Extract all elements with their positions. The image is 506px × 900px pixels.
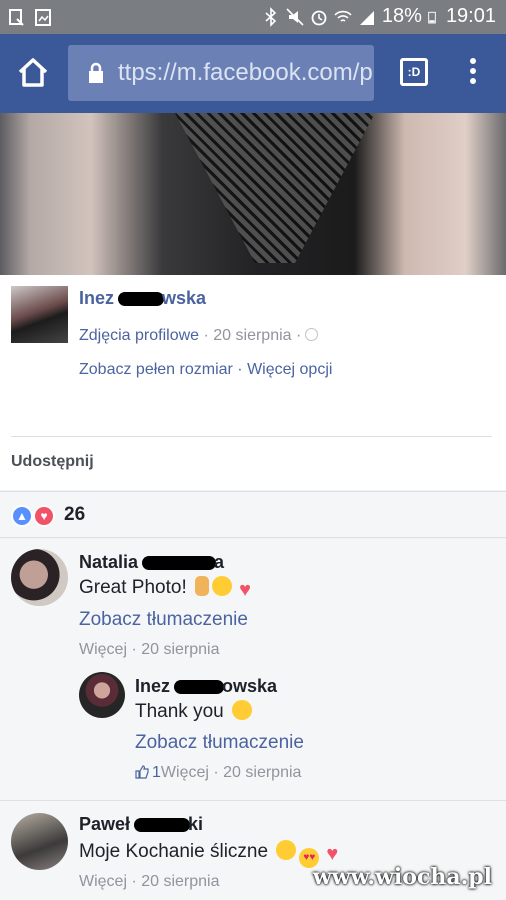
heart-emoji: ♥: [239, 579, 251, 601]
signal-icon: [359, 10, 374, 25]
mute-icon: [286, 7, 304, 26]
author-name-link[interactable]: Inez wska: [79, 288, 206, 309]
comment-meta: Więcej · 20 sierpnia: [79, 873, 220, 890]
browser-toolbar: ttps://m.facebook.com/p :D: [0, 34, 506, 113]
view-full-size-link[interactable]: Zobacz pełen rozmiar: [79, 361, 233, 378]
avatar[interactable]: [11, 549, 68, 606]
reaction-count: 26: [64, 504, 86, 525]
more-options-link[interactable]: Więcej opcji: [247, 361, 332, 378]
url-text: ttps://m.facebook.com/p: [118, 59, 373, 86]
wifi-icon: [334, 10, 352, 22]
tab-switcher-button[interactable]: :D: [400, 58, 428, 86]
menu-icon[interactable]: [465, 58, 481, 88]
post-date[interactable]: 20 sierpnia: [213, 327, 291, 344]
comment-author[interactable]: Paweł ki: [79, 814, 203, 835]
comments-section: Natalia a Great Photo! ♥ Zobacz tłumaczen…: [0, 539, 506, 900]
love-reaction-icon: ♥: [33, 505, 55, 527]
more-link[interactable]: Więcej: [79, 641, 127, 658]
author-name-suffix: wska: [162, 288, 207, 308]
comment-author[interactable]: Inez owska: [135, 676, 277, 697]
alarm-icon: [311, 10, 327, 25]
comment-date[interactable]: 20 sierpnia: [223, 764, 301, 781]
more-link[interactable]: Więcej: [79, 873, 127, 890]
avatar[interactable]: [11, 813, 68, 870]
heart-emoji: ♥: [326, 843, 339, 865]
post-card: Inez wska Zdjęcia profilowe · 20 sierpnia…: [0, 275, 506, 490]
bluetooth-icon: [265, 6, 277, 27]
battery-icon: [428, 11, 436, 23]
divider: [0, 800, 506, 801]
redaction-scribble: [174, 680, 225, 695]
watermark: www.wiocha.pl: [312, 864, 492, 890]
comment-meta: 1Więcej · 20 sierpnia: [135, 764, 301, 782]
like-reaction-icon: ▲: [11, 505, 33, 527]
grinning-emoji: [212, 576, 233, 596]
globe-icon: [305, 328, 319, 341]
comment-author[interactable]: Natalia a: [79, 552, 224, 573]
clock: 19:01: [445, 5, 496, 27]
see-translation-link[interactable]: Zobacz tłumaczenie: [135, 732, 304, 754]
see-translation-link[interactable]: Zobacz tłumaczenie: [79, 609, 248, 631]
photo-mesh-detail: [175, 113, 375, 263]
post-photo[interactable]: [0, 113, 506, 275]
author-avatar[interactable]: [11, 286, 68, 343]
gallery-icon: [35, 9, 51, 26]
post-actions: Zobacz pełen rozmiar · Więcej opcji: [79, 361, 333, 378]
url-field[interactable]: ttps://m.facebook.com/p: [68, 45, 374, 101]
home-icon[interactable]: [16, 56, 50, 90]
ok-hand-emoji: [195, 576, 210, 596]
comment-meta: Więcej · 20 sierpnia: [79, 641, 220, 658]
kissing-emoji: [232, 700, 253, 720]
battery-percent: 18%: [381, 5, 422, 27]
comment-date[interactable]: 20 sierpnia: [141, 873, 219, 890]
comment-text: Thank you: [135, 700, 253, 723]
redaction-scribble: [134, 818, 191, 833]
avatar[interactable]: [79, 672, 125, 718]
divider: [11, 436, 492, 437]
more-link[interactable]: Więcej: [161, 764, 209, 781]
like-icon: [135, 765, 149, 779]
lock-icon: [89, 62, 103, 83]
reactions-bar[interactable]: ▲ ♥ 26: [0, 491, 506, 538]
album-link[interactable]: Zdjęcia profilowe: [79, 327, 199, 344]
comment-text: Great Photo! ♥: [79, 576, 255, 600]
post-meta: Zdjęcia profilowe · 20 sierpnia ·: [79, 327, 319, 345]
author-first-name: Inez: [79, 288, 115, 308]
like-count[interactable]: 1: [152, 764, 161, 781]
comment-date[interactable]: 20 sierpnia: [141, 641, 219, 658]
status-bar: 18% 19:01: [0, 0, 506, 34]
redaction-scribble: [118, 292, 165, 307]
share-button[interactable]: Udostępnij: [11, 453, 94, 471]
redaction-scribble: [142, 556, 217, 571]
comment-text: Moje Kochanie śliczne ♥♥ ♥: [79, 840, 342, 868]
kissing-emoji: [276, 840, 297, 860]
notification-icon: [9, 9, 24, 26]
